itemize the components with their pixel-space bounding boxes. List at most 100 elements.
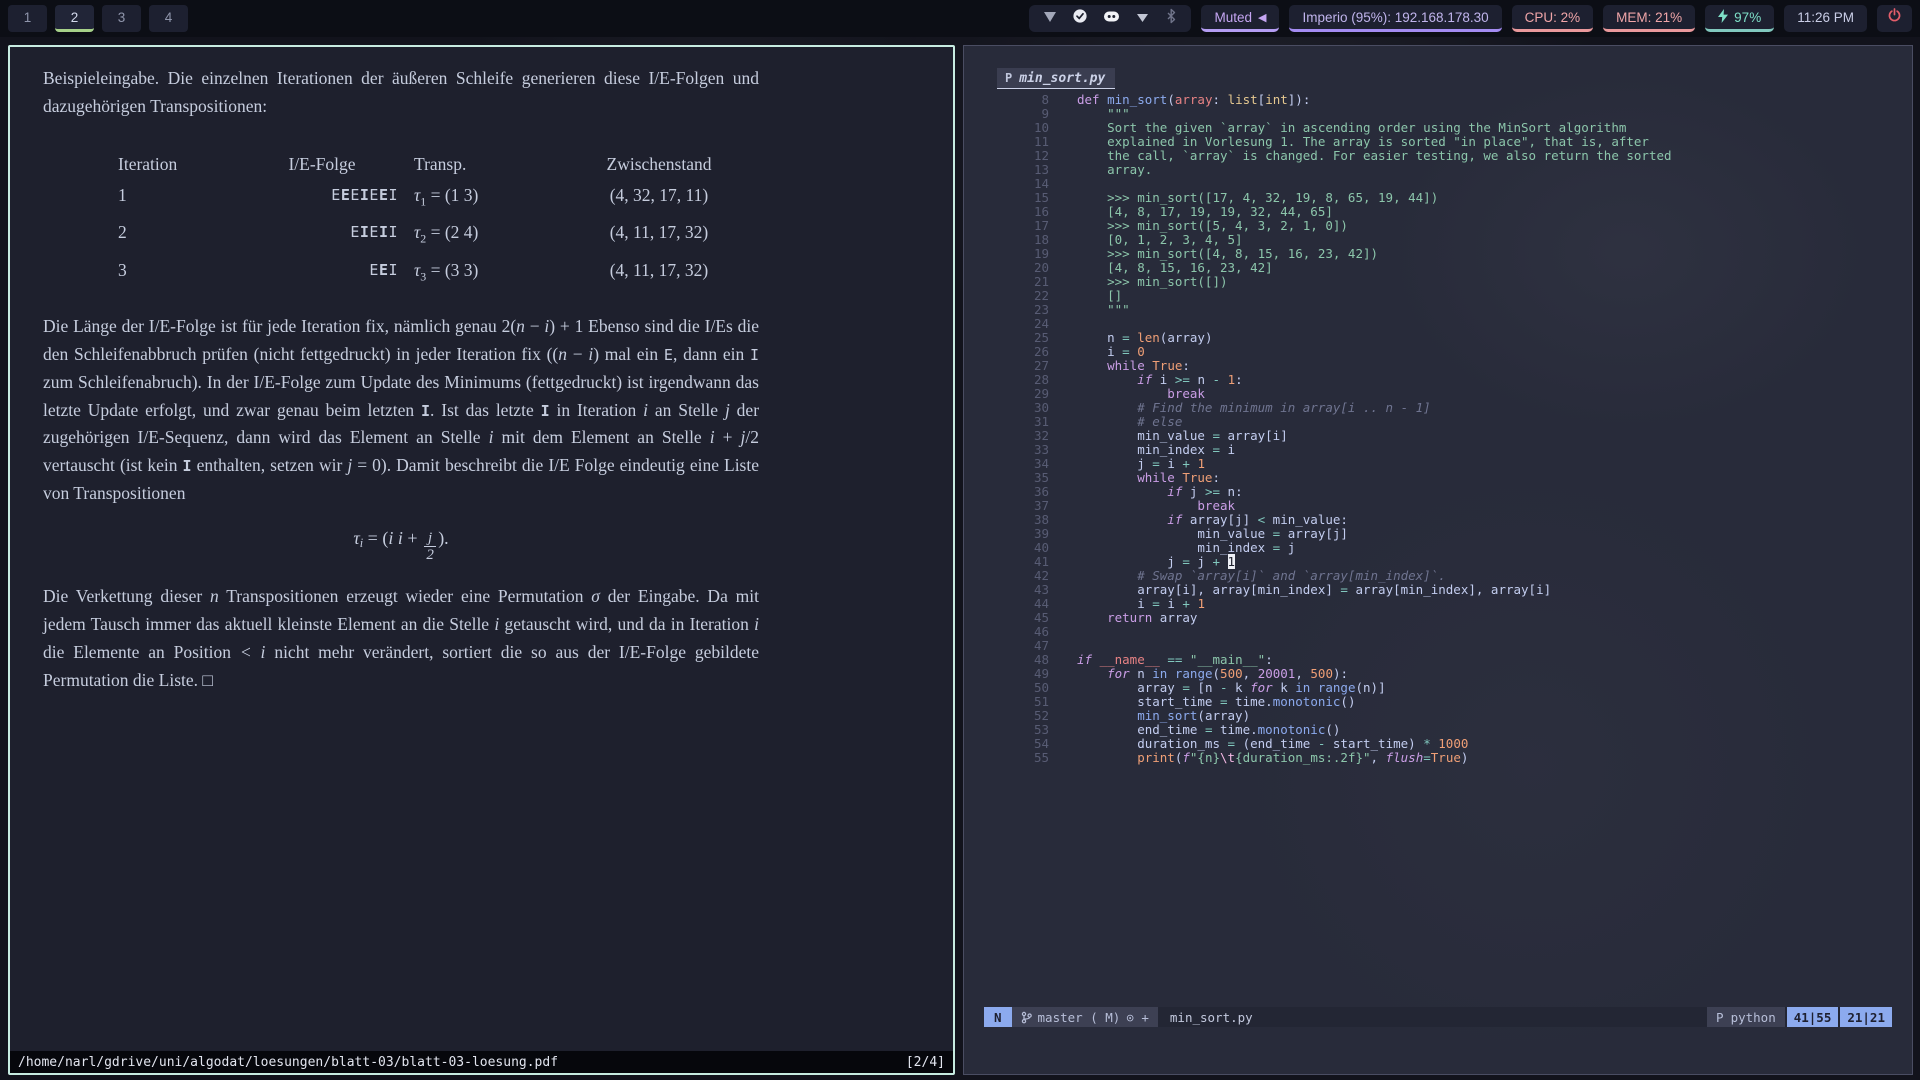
code-line: 16 [4, 8, 17, 19, 19, 32, 44, 65] — [984, 205, 1892, 219]
line-number: 42 — [984, 569, 1049, 583]
volume-module[interactable]: Muted ◀ — [1201, 5, 1279, 32]
line-number: 33 — [984, 443, 1049, 457]
line-number: 43 — [984, 583, 1049, 597]
workspace-2[interactable]: 2 — [55, 5, 94, 32]
line-number: 39 — [984, 527, 1049, 541]
line-number: 49 — [984, 667, 1049, 681]
code-line: 22 [] — [984, 289, 1892, 303]
git-segment: master ( M) ⊙ + — [1012, 1007, 1158, 1027]
line-number: 51 — [984, 695, 1049, 709]
wifi-triangle-icon[interactable] — [1135, 10, 1149, 28]
pdf-paragraph-1: Beispieleingabe. Die einzelnen Iteration… — [43, 65, 759, 121]
code-line: 27 while True: — [984, 359, 1892, 373]
editor-content: P min_sort.py 8def min_sort(array: list[… — [984, 46, 1892, 1074]
top-bar: 1234 Muted ◀ Imperio (95%): 192.168.178.… — [0, 0, 1920, 37]
bluetooth-icon[interactable] — [1164, 8, 1178, 29]
line-number: 30 — [984, 401, 1049, 415]
line-number: 37 — [984, 499, 1049, 513]
discord-icon[interactable] — [1103, 10, 1120, 28]
pdf-table-cell-state: (4, 11, 17, 32) — [568, 257, 750, 290]
git-status-icons: ⊙ + — [1126, 1010, 1149, 1025]
line-number: 11 — [984, 135, 1049, 149]
pdf-table-header: Transp. — [414, 151, 552, 177]
pdf-page-indicator: [2/4] — [906, 1055, 945, 1070]
cursor-position-lines: 41|55 — [1787, 1007, 1839, 1027]
pdf-file-path: /home/narl/gdrive/uni/algodat/loesungen/… — [18, 1055, 558, 1070]
power-button[interactable] — [1877, 5, 1912, 32]
pdf-table-cell-folge: EEI — [246, 257, 398, 290]
editor-tab-label: min_sort.py — [1019, 71, 1105, 86]
line-number: 22 — [984, 289, 1049, 303]
line-number: 52 — [984, 709, 1049, 723]
tray-icon-group — [1029, 5, 1191, 32]
editor-tab[interactable]: P min_sort.py — [997, 68, 1115, 89]
code-line: 33 min_index = i — [984, 443, 1892, 457]
statusline-spacer — [1265, 1007, 1707, 1027]
code-line: 24 — [984, 317, 1892, 331]
code-line: 44 i = i + 1 — [984, 597, 1892, 611]
pdf-page[interactable]: Beispieleingabe. Die einzelnen Iteration… — [10, 47, 953, 1051]
vpn-module[interactable]: Imperio (95%): 192.168.178.30 — [1289, 5, 1501, 32]
code-line: 50 array = [n - k for k in range(n)] — [984, 681, 1892, 695]
line-number: 45 — [984, 611, 1049, 625]
code-line: 31 # else — [984, 415, 1892, 429]
pdf-table-cell-transposition: τ1 = (1 3) — [414, 182, 552, 215]
pdf-table-cell-iteration: 1 — [118, 182, 230, 215]
line-number: 28 — [984, 373, 1049, 387]
git-branch-label: master ( M) — [1038, 1010, 1121, 1025]
language-label: python — [1731, 1010, 1776, 1025]
system-tray: Muted ◀ Imperio (95%): 192.168.178.30 CP… — [1029, 5, 1912, 32]
line-number: 16 — [984, 205, 1049, 219]
line-number: 34 — [984, 457, 1049, 471]
code-area[interactable]: 8def min_sort(array: list[int]):9 """10 … — [984, 93, 1892, 765]
pdf-table-cell-iteration: 3 — [118, 257, 230, 290]
code-line: 23 """ — [984, 303, 1892, 317]
editor-window: P min_sort.py 8def min_sort(array: list[… — [963, 45, 1913, 1075]
code-line: 21 >>> min_sort([]) — [984, 275, 1892, 289]
pdf-table-cell-folge: EEEIEEI — [246, 182, 398, 215]
code-line: 10 Sort the given `array` in ascending o… — [984, 121, 1892, 135]
volume-label: Muted — [1214, 10, 1252, 25]
code-line: 47 — [984, 639, 1892, 653]
workspace-1[interactable]: 1 — [8, 5, 47, 32]
pdf-table-header: I/E-Folge — [246, 151, 398, 177]
code-line: 29 break — [984, 387, 1892, 401]
line-number: 20 — [984, 261, 1049, 275]
line-number: 13 — [984, 163, 1049, 177]
battery-module[interactable]: 97% — [1705, 5, 1774, 32]
workspace-4[interactable]: 4 — [149, 5, 188, 32]
workspace-3[interactable]: 3 — [102, 5, 141, 32]
battery-label: 97% — [1734, 10, 1761, 25]
pdf-table-cell-state: (4, 32, 17, 11) — [568, 182, 750, 215]
arrow-down-icon[interactable] — [1042, 9, 1057, 28]
line-number: 24 — [984, 317, 1049, 331]
code-line: 11 explained in Vorlesung 1. The array i… — [984, 135, 1892, 149]
line-number: 50 — [984, 681, 1049, 695]
code-line: 37 break — [984, 499, 1892, 513]
line-number: 12 — [984, 149, 1049, 163]
memory-module[interactable]: MEM: 21% — [1603, 5, 1695, 32]
line-number: 48 — [984, 653, 1049, 667]
code-line: 51 start_time = time.monotonic() — [984, 695, 1892, 709]
code-line: 38 if array[j] < min_value: — [984, 513, 1892, 527]
line-number: 54 — [984, 737, 1049, 751]
line-number: 21 — [984, 275, 1049, 289]
line-number: 10 — [984, 121, 1049, 135]
code-line: 40 min_index = j — [984, 541, 1892, 555]
code-line: 26 i = 0 — [984, 345, 1892, 359]
code-line: 49 for n in range(500, 20001, 500): — [984, 667, 1892, 681]
code-line: 34 j = i + 1 — [984, 457, 1892, 471]
check-circle-icon[interactable] — [1072, 8, 1088, 29]
python-lang-icon: P — [1716, 1010, 1724, 1025]
line-number: 40 — [984, 541, 1049, 555]
line-number: 27 — [984, 359, 1049, 373]
line-number: 25 — [984, 331, 1049, 345]
code-line: 39 min_value = array[j] — [984, 527, 1892, 541]
clock-label: 11:26 PM — [1797, 10, 1854, 25]
line-number: 19 — [984, 247, 1049, 261]
clock-module[interactable]: 11:26 PM — [1784, 5, 1867, 32]
pdf-formula: τi = (i i + j2). — [43, 524, 759, 563]
cpu-module[interactable]: CPU: 2% — [1512, 5, 1594, 32]
code-line: 14 — [984, 177, 1892, 191]
code-line: 12 the call, `array` is changed. For eas… — [984, 149, 1892, 163]
